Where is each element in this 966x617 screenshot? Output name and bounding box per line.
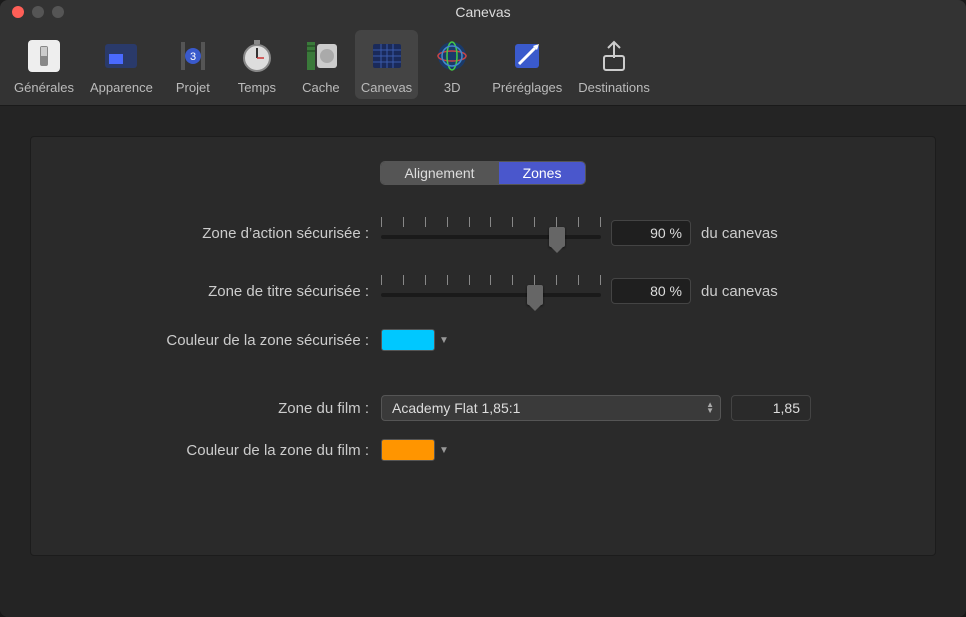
toolbar-presets[interactable]: Préréglages <box>486 30 568 99</box>
value-action-safe[interactable]: 90 % <box>611 220 691 246</box>
chevron-down-icon[interactable]: ▼ <box>439 335 449 346</box>
label-action-safe: Zone d’action sécurisée : <box>61 225 381 242</box>
3d-icon <box>430 34 474 78</box>
swatch-film[interactable] <box>381 439 435 461</box>
row-safe-color: Couleur de la zone sécurisée : ▼ <box>61 329 905 351</box>
row-action-safe: Zone d’action sécurisée : 90 % du caneva… <box>61 213 905 253</box>
tab-alignment[interactable]: Alignement <box>381 162 499 184</box>
drive-icon <box>299 34 343 78</box>
toolbar-cache[interactable]: Cache <box>291 30 351 99</box>
swatch-safe[interactable] <box>381 329 435 351</box>
toolbar-appearance[interactable]: Apparence <box>84 30 159 99</box>
label-film-color: Couleur de la zone du film : <box>61 442 381 459</box>
zoom-window-button[interactable] <box>52 6 64 18</box>
toolbar-3d[interactable]: 3D <box>422 30 482 99</box>
stopwatch-icon <box>235 34 279 78</box>
zones-panel: Alignement Zones Zone d’action sécurisée… <box>30 136 936 556</box>
toolbar-general[interactable]: Générales <box>8 30 80 99</box>
svg-text:3: 3 <box>190 51 196 63</box>
switch-icon <box>22 34 66 78</box>
value-film-ratio[interactable]: 1,85 <box>731 395 811 421</box>
row-film-color: Couleur de la zone du film : ▼ <box>61 439 905 461</box>
window-controls <box>12 6 64 18</box>
suffix-title-safe: du canevas <box>701 283 778 300</box>
content-area: Alignement Zones Zone d’action sécurisée… <box>0 106 966 617</box>
toolbar-destinations[interactable]: Destinations <box>572 30 656 99</box>
value-title-safe[interactable]: 80 % <box>611 278 691 304</box>
minimize-window-button[interactable] <box>32 6 44 18</box>
presets-icon <box>505 34 549 78</box>
film-icon: 3 <box>171 34 215 78</box>
row-title-safe: Zone de titre sécurisée : 80 % du caneva… <box>61 271 905 311</box>
share-icon <box>592 34 636 78</box>
toolbar-time[interactable]: Temps <box>227 30 287 99</box>
canvas-icon <box>365 34 409 78</box>
slider-title-safe[interactable] <box>381 271 601 311</box>
colorwell-safe[interactable]: ▼ <box>381 329 449 351</box>
colorwell-film[interactable]: ▼ <box>381 439 449 461</box>
toolbar-canvas[interactable]: Canevas <box>355 30 418 99</box>
dropdown-film-zone-value: Academy Flat 1,85:1 <box>392 400 520 416</box>
suffix-action-safe: du canevas <box>701 225 778 242</box>
row-film-zone: Zone du film : Academy Flat 1,85:1 ▲▼ 1,… <box>61 395 905 421</box>
label-film-zone: Zone du film : <box>61 400 381 417</box>
tab-zones[interactable]: Zones <box>499 162 586 184</box>
slider-action-safe[interactable] <box>381 213 601 253</box>
label-title-safe: Zone de titre sécurisée : <box>61 283 381 300</box>
appearance-icon <box>99 34 143 78</box>
tab-segmented-control: Alignement Zones <box>61 161 905 185</box>
toolbar-project[interactable]: 3 Projet <box>163 30 223 99</box>
dropdown-film-zone[interactable]: Academy Flat 1,85:1 ▲▼ <box>381 395 721 421</box>
label-safe-color: Couleur de la zone sécurisée : <box>61 332 381 349</box>
close-window-button[interactable] <box>12 6 24 18</box>
updown-icon: ▲▼ <box>706 402 714 414</box>
window-title: Canevas <box>0 4 966 20</box>
preferences-window: Canevas Générales Apparence 3 Projet Te <box>0 0 966 617</box>
chevron-down-icon[interactable]: ▼ <box>439 445 449 456</box>
titlebar: Canevas <box>0 0 966 24</box>
preferences-toolbar: Générales Apparence 3 Projet Temps Cache <box>0 24 966 106</box>
